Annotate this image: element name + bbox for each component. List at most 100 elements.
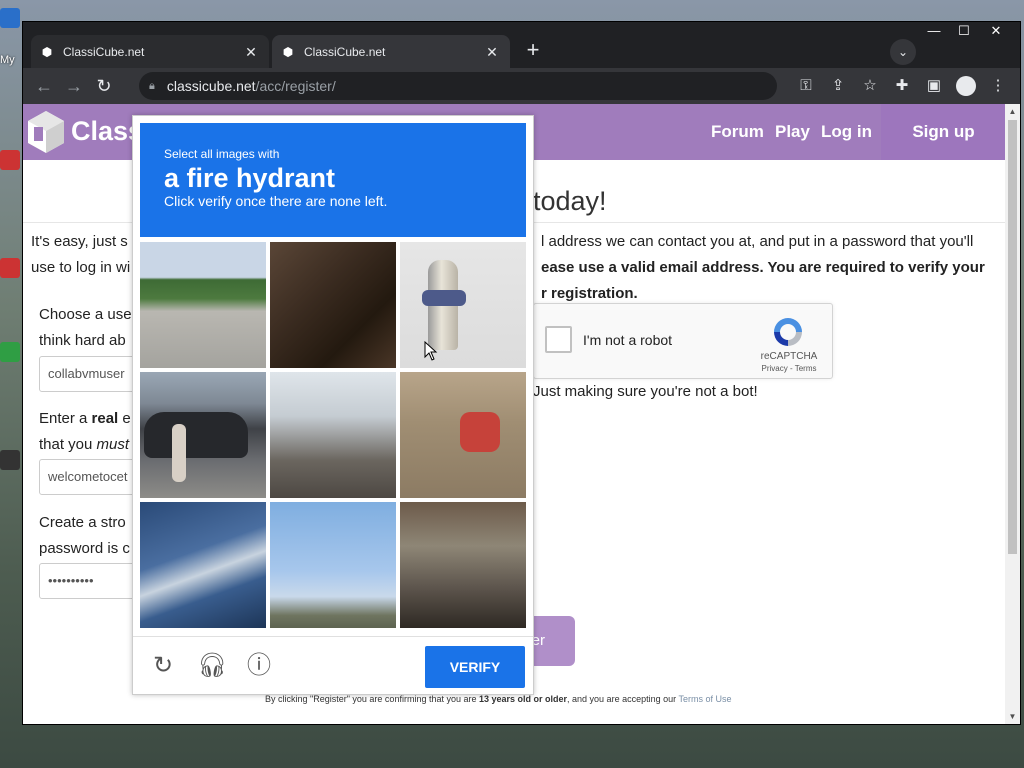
recaptcha-label: I'm not a robot <box>583 332 673 348</box>
url-path: /acc/register/ <box>255 78 336 94</box>
mouse-cursor-icon <box>424 341 438 361</box>
terms-notice-pre: By clicking "Register" you are confirmin… <box>265 694 479 704</box>
star-icon[interactable]: ☆ <box>854 71 886 101</box>
recaptcha-checkbox[interactable] <box>545 326 572 353</box>
url-domain: classicube.net <box>166 78 256 94</box>
tile-bicycles[interactable] <box>400 502 526 628</box>
cube-favicon-icon: ⬢ <box>41 44 53 59</box>
cube-logo-icon[interactable] <box>26 109 66 155</box>
challenge-header: Select all images with a fire hydrant Cl… <box>140 123 526 237</box>
username-label-line1: Choose a use <box>39 306 132 323</box>
intro-line-b: use to log in wi <box>31 259 131 276</box>
fire-hydrant-cap <box>422 290 466 306</box>
toolbar-actions: ⚿ ⇪ ☆ ✚ ▣ ⋮ <box>790 71 1014 101</box>
challenge-image-grid <box>140 242 528 630</box>
scroll-down-arrow-icon[interactable]: ▼ <box>1005 712 1020 721</box>
tile-fire-hydrant[interactable] <box>400 242 526 368</box>
share-icon[interactable]: ⇪ <box>822 71 854 101</box>
maximize-icon[interactable]: ☐ <box>948 22 980 42</box>
chevron-down-icon[interactable]: ⌄ <box>890 39 916 65</box>
page-scrollbar[interactable]: ▲ ▼ <box>1005 104 1020 724</box>
tile-parking-lot[interactable] <box>140 242 266 368</box>
nav-login-link[interactable]: Log in <box>821 122 872 142</box>
lock-icon: 🔒︎ <box>149 79 155 92</box>
nav-play-link[interactable]: Play <box>775 122 810 142</box>
recaptcha-logo-icon <box>774 318 802 346</box>
challenge-target: a fire hydrant <box>164 163 336 193</box>
intro-line-d: ease use a valid email address. You are … <box>541 259 985 276</box>
scooter-shape <box>460 412 500 452</box>
close-window-icon[interactable]: ✕ <box>980 22 1012 42</box>
recaptcha-links[interactable]: Privacy - Terms <box>756 364 822 373</box>
desktop-icon[interactable] <box>0 450 22 472</box>
email-label-bold: real <box>91 410 119 427</box>
tab-label: ClassiCube.net <box>63 44 145 59</box>
captcha-challenge: Select all images with a fire hydrant Cl… <box>132 115 534 695</box>
new-tab-plus-icon[interactable]: + <box>520 38 546 64</box>
car-shape <box>144 412 248 458</box>
challenge-instruction-post: Click verify once there are none left. <box>164 193 388 209</box>
challenge-footer: ↻ 🎧︎ ⓘ VERIFY <box>133 636 533 694</box>
tile-crane-sky[interactable] <box>270 502 396 628</box>
reload-icon[interactable]: ↻ <box>89 71 119 101</box>
profile-avatar-icon[interactable] <box>950 71 982 101</box>
info-icon[interactable]: ⓘ <box>245 652 273 680</box>
tile-scooter[interactable] <box>400 372 526 498</box>
desktop-icon[interactable] <box>0 258 22 280</box>
scroll-up-arrow-icon[interactable]: ▲ <box>1005 107 1020 116</box>
nav-signup-link[interactable]: Sign up <box>881 104 1006 160</box>
bot-note: Just making sure you're not a bot! <box>533 383 758 400</box>
email-label-line1: Enter a real e <box>39 406 131 432</box>
tile-street-signal[interactable] <box>270 372 396 498</box>
back-arrow-icon[interactable]: ← <box>29 71 59 101</box>
terms-notice-bold: 13 years old or older <box>478 694 568 704</box>
forward-arrow-icon[interactable]: → <box>59 71 89 101</box>
verify-button[interactable]: VERIFY <box>425 646 525 688</box>
puzzle-extensions-icon[interactable]: ✚ <box>886 71 918 101</box>
close-icon[interactable]: ✕ <box>243 44 259 60</box>
terms-notice: By clicking "Register" you are confirmin… <box>265 694 731 704</box>
nav-forum-link[interactable]: Forum <box>711 122 764 142</box>
desktop-icon[interactable] <box>0 8 22 30</box>
intro-line-c: l address we can contact you at, and put… <box>541 233 974 250</box>
register-button[interactable]: er <box>529 616 575 666</box>
tab-label: ClassiCube.net <box>304 44 386 59</box>
email-label-emphasis: must <box>96 436 130 453</box>
tile-motorcycle[interactable] <box>270 242 396 368</box>
email-field[interactable]: welcometocet <box>39 459 139 495</box>
username-label-line2: think hard ab <box>39 332 126 349</box>
cube-favicon-icon: ⬢ <box>282 44 294 59</box>
recaptcha-brand: reCAPTCHA <box>760 351 818 362</box>
close-icon[interactable]: ✕ <box>484 44 500 60</box>
tile-car-wiper[interactable] <box>140 502 266 628</box>
key-icon[interactable]: ⚿ <box>790 71 822 101</box>
password-label-line1: Create a stro <box>39 514 126 531</box>
email-label-line2: that you must <box>39 432 131 458</box>
page-heading: today! <box>533 186 607 216</box>
recaptcha-widget: I'm not a robot reCAPTCHA Privacy - Term… <box>533 303 833 379</box>
kebab-menu-icon[interactable]: ⋮ <box>982 71 1014 101</box>
terms-of-use-link[interactable]: Terms of Use <box>678 694 731 704</box>
person-shape <box>172 424 186 482</box>
username-label: Choose a use think hard ab <box>39 302 132 354</box>
tab-classicube-2[interactable]: ⬢ ClassiCube.net ✕ <box>272 35 510 68</box>
tile-parked-cars[interactable] <box>140 372 266 498</box>
email-label-post: e <box>118 410 131 427</box>
headphones-icon[interactable]: 🎧︎ <box>197 652 227 680</box>
password-label-line2: password is c <box>39 540 130 557</box>
terms-notice-mid: , and you are accepting our <box>567 694 679 704</box>
desktop-icon[interactable] <box>0 150 22 172</box>
sidepanel-icon[interactable]: ▣ <box>918 71 950 101</box>
address-bar[interactable]: 🔒︎ classicube.net/acc/register/ <box>139 72 777 100</box>
email-label-line2-pre: that you <box>39 436 97 453</box>
scrollbar-thumb[interactable] <box>1008 120 1017 554</box>
intro-line-a: It's easy, just s <box>31 233 128 250</box>
desktop-icon-label[interactable]: My <box>0 54 22 66</box>
email-label-pre: Enter a <box>39 410 92 427</box>
tab-classicube-1[interactable]: ⬢ ClassiCube.net ✕ <box>31 35 269 68</box>
username-input[interactable]: collabvmuser <box>39 356 139 392</box>
minimize-icon[interactable]: — <box>918 22 950 42</box>
reload-icon[interactable]: ↻ <box>149 652 177 680</box>
password-field[interactable]: •••••••••• <box>39 563 139 599</box>
desktop-icon[interactable] <box>0 342 22 364</box>
